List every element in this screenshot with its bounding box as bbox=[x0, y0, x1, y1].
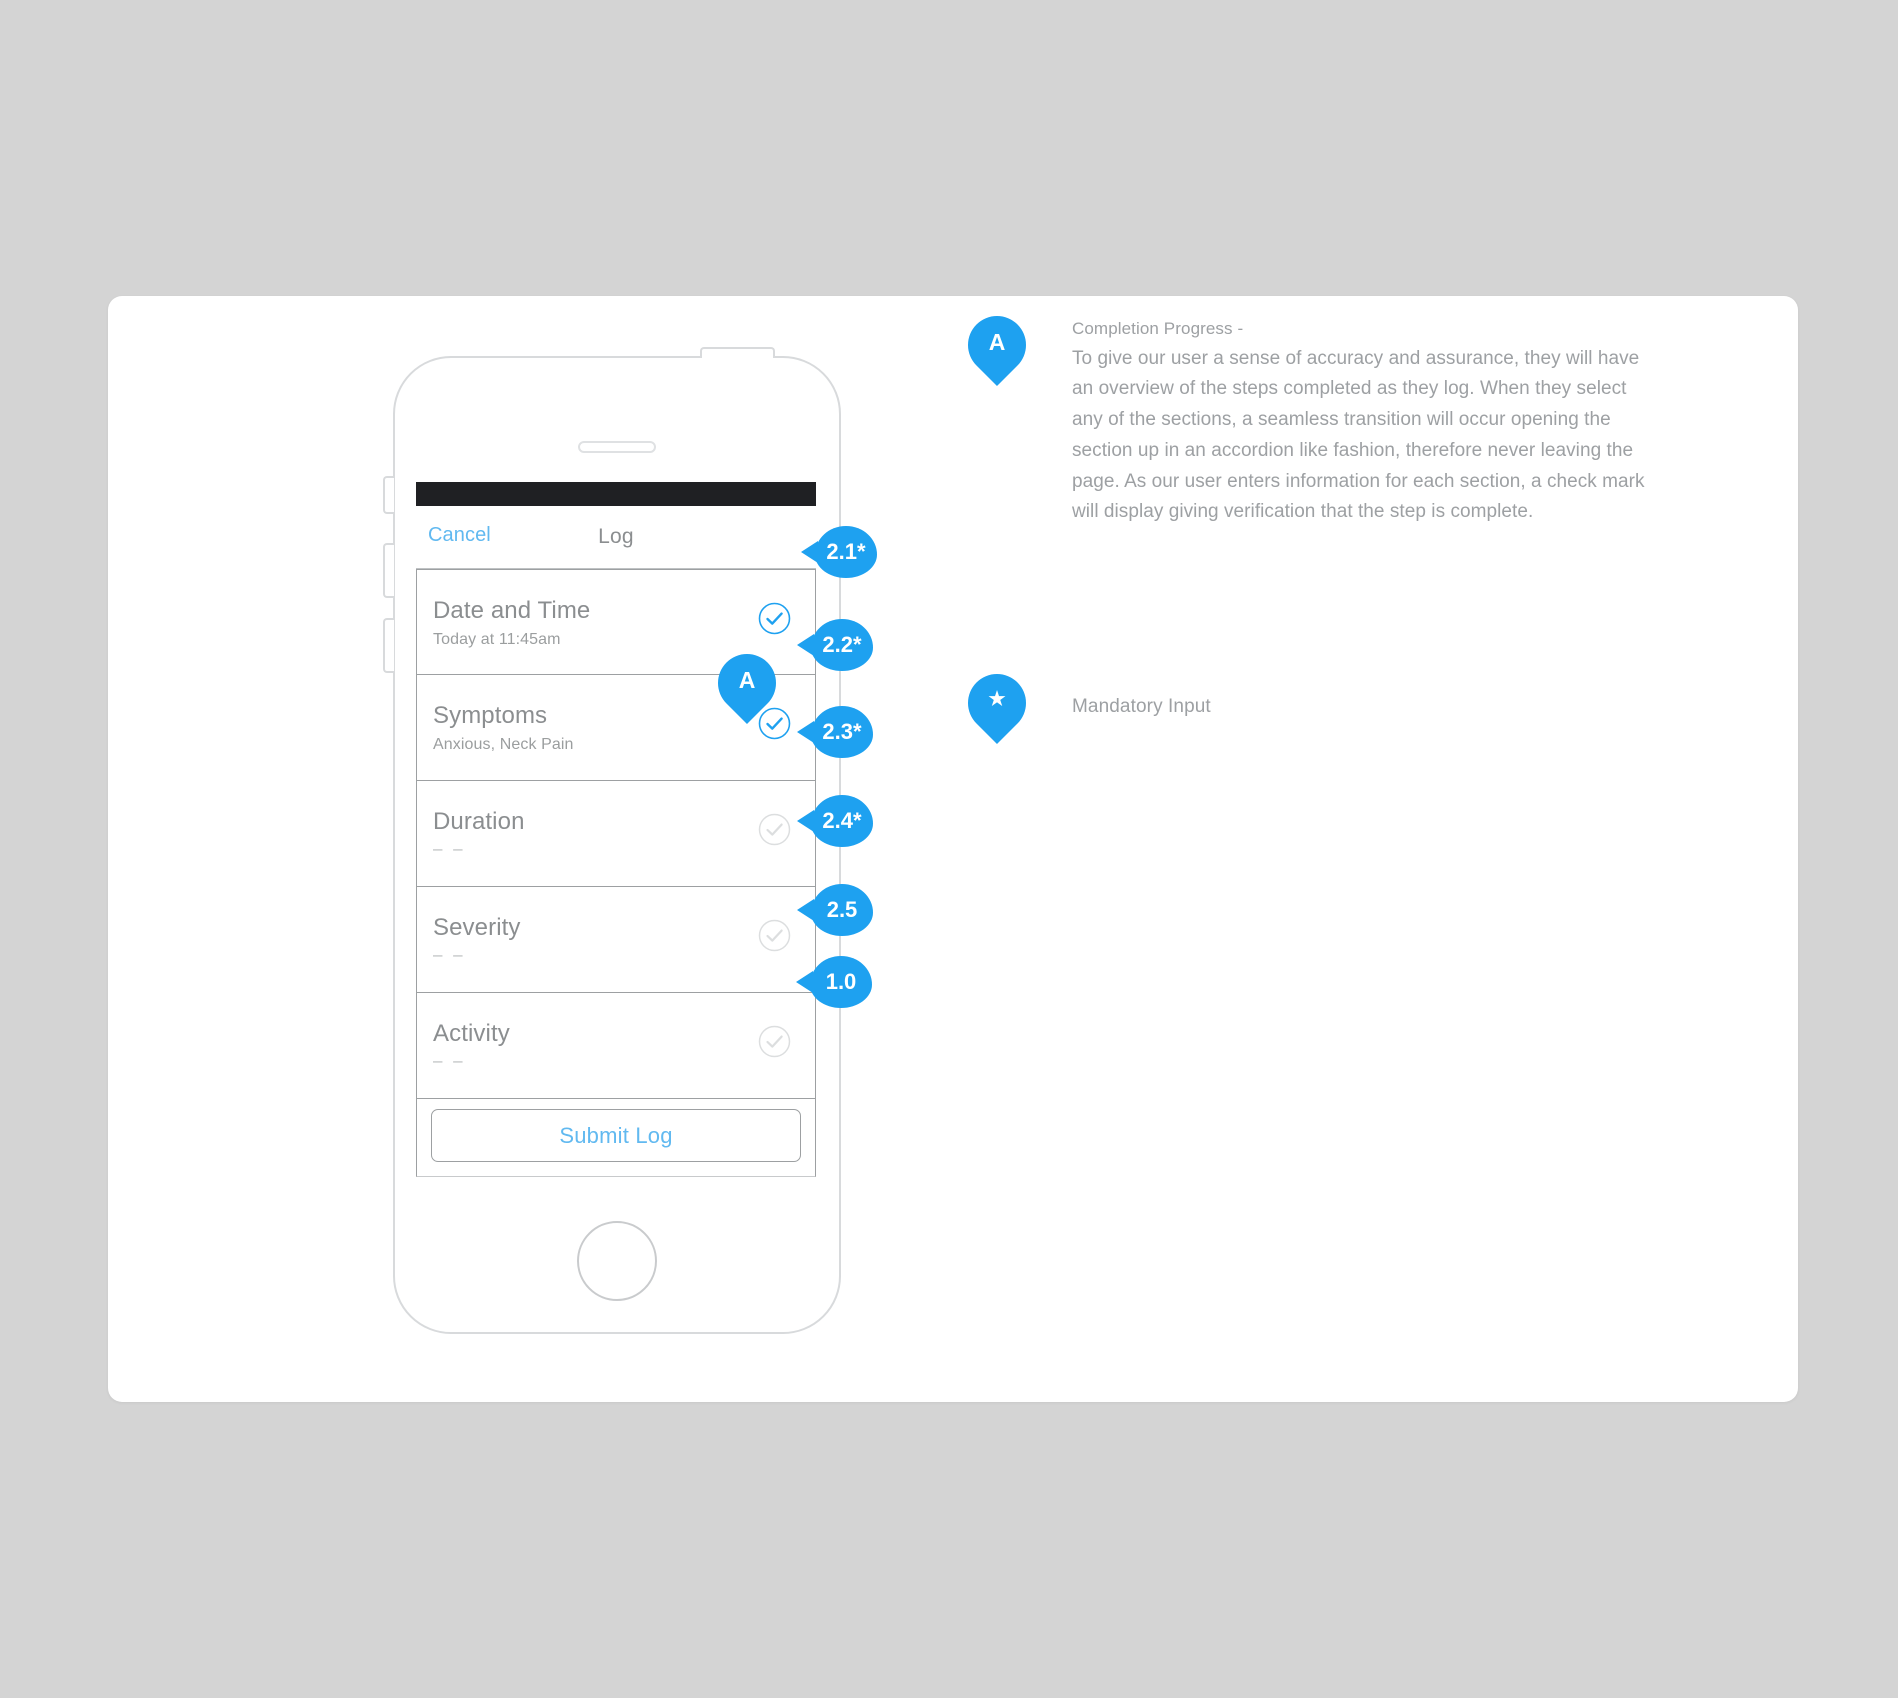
callout-pin-2-3: 2.3* bbox=[811, 706, 873, 758]
submit-log-button[interactable]: Submit Log bbox=[431, 1109, 801, 1162]
check-circle-icon-incomplete bbox=[758, 1025, 791, 1058]
submit-area: Submit Log bbox=[416, 1099, 816, 1177]
home-button[interactable] bbox=[577, 1221, 657, 1301]
star-teardrop-pin-icon: ★ bbox=[955, 662, 1039, 745]
callout-pin-2-2: 2.2* bbox=[811, 619, 873, 671]
mute-switch[interactable] bbox=[383, 476, 394, 514]
callout-pin-2-5-label: 2.5 bbox=[826, 897, 858, 922]
earpiece-speaker bbox=[578, 441, 656, 453]
list-item-label: Date and Time bbox=[433, 597, 591, 624]
log-section-list: Date and Time Today at 11:45am Symptoms … bbox=[416, 569, 816, 1099]
list-item-label: Symptoms bbox=[433, 702, 548, 729]
notes-panel: A Completion Progress - To give our user… bbox=[955, 303, 1668, 745]
phone-screen: Cancel Log Date and Time Today at 11:45a… bbox=[416, 482, 816, 1178]
check-circle-icon-complete bbox=[758, 602, 791, 635]
list-item-label: Severity bbox=[433, 914, 521, 941]
list-item-value: – – bbox=[433, 1051, 466, 1070]
callout-pin-2-2-label: 2.2* bbox=[822, 632, 862, 657]
annotation-card: Cancel Log Date and Time Today at 11:45a… bbox=[108, 296, 1798, 1402]
note-pin-a-label: A bbox=[988, 328, 1006, 355]
note-completion-progress: A Completion Progress - To give our user… bbox=[955, 303, 1668, 528]
list-item-label: Duration bbox=[433, 808, 525, 835]
note-mandatory-input: ★ Mandatory Input bbox=[955, 662, 1668, 745]
note-label: Mandatory Input bbox=[1072, 696, 1211, 718]
callout-pin-1-0: 1.0 bbox=[810, 956, 872, 1008]
list-item-value: – – bbox=[433, 839, 466, 858]
check-circle-icon-incomplete bbox=[758, 919, 791, 952]
note-pin-star: ★ bbox=[955, 662, 1039, 745]
status-bar bbox=[416, 482, 816, 506]
list-item[interactable]: Severity – – bbox=[417, 887, 815, 993]
callout-pin-2-1-label: 2.1* bbox=[826, 539, 866, 564]
callout-pin-2-5: 2.5 bbox=[811, 884, 873, 936]
note-title: Completion Progress - bbox=[1072, 319, 1244, 338]
callout-pin-2-4-label: 2.4* bbox=[822, 808, 862, 833]
list-item-value: Today at 11:45am bbox=[433, 631, 561, 648]
check-circle-icon-incomplete bbox=[758, 813, 791, 846]
list-item-label: Activity bbox=[433, 1020, 510, 1047]
callout-pin-a-inline: A bbox=[705, 641, 789, 725]
list-item[interactable]: Activity – – bbox=[417, 993, 815, 1099]
page-title: Log bbox=[598, 525, 634, 548]
volume-down-button[interactable] bbox=[383, 618, 394, 673]
note-pin-star-label: ★ bbox=[988, 688, 1006, 710]
callout-pin-a-inline-label: A bbox=[738, 666, 756, 693]
list-item-value: Anxious, Neck Pain bbox=[433, 736, 574, 753]
phone-mockup: Cancel Log Date and Time Today at 11:45a… bbox=[383, 347, 841, 1334]
callout-pin-2-1: 2.1* bbox=[815, 526, 877, 578]
teardrop-pin-icon: A bbox=[955, 303, 1039, 387]
nav-bar: Cancel Log bbox=[416, 506, 816, 569]
list-item-value: – – bbox=[433, 945, 466, 964]
list-item[interactable]: Duration – – bbox=[417, 781, 815, 887]
note-pin-a: A bbox=[955, 303, 1039, 387]
power-button[interactable] bbox=[700, 347, 775, 358]
note-text: To give our user a sense of accuracy and… bbox=[1072, 347, 1645, 523]
callout-pin-2-4: 2.4* bbox=[811, 795, 873, 847]
callout-pin-1-0-label: 1.0 bbox=[825, 969, 857, 994]
volume-up-button[interactable] bbox=[383, 543, 394, 598]
callout-pin-2-3-label: 2.3* bbox=[822, 719, 862, 744]
